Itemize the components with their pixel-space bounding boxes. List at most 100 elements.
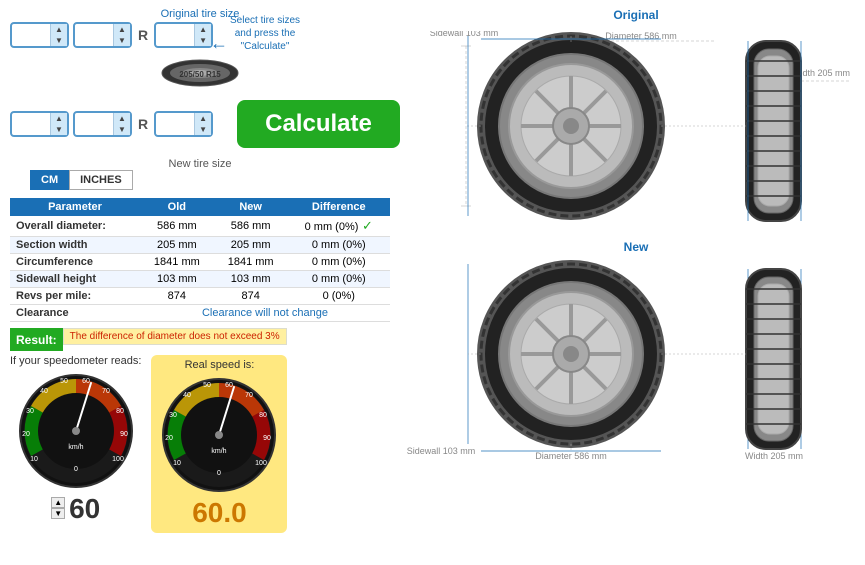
table-row: Circumference1841 mm1841 mm0 mm (0%): [10, 254, 390, 271]
svg-text:50: 50: [204, 382, 212, 389]
table-row: Overall diameter:586 mm586 mm0 mm (0%) ✓: [10, 216, 390, 237]
speedo-up[interactable]: ▲: [51, 497, 65, 508]
svg-text:50: 50: [60, 378, 68, 385]
diff-cell: 0 mm (0%): [288, 271, 390, 288]
col-new: New: [214, 198, 288, 216]
svg-text:40: 40: [184, 392, 192, 399]
new-tire-row: 205 ▲ ▼ 50 ▲ ▼ R 15 ▲ ▼ Calculate: [10, 92, 390, 156]
diff-cell: 0 mm (0%): [288, 254, 390, 271]
result-message: The difference of diameter does not exce…: [63, 328, 287, 345]
original-width-input[interactable]: 205: [12, 26, 50, 44]
svg-text:70: 70: [246, 392, 254, 399]
new-aspect-input[interactable]: 50: [75, 115, 113, 133]
param-cell: Revs per mile:: [10, 288, 140, 305]
original-rim-up[interactable]: ▲: [195, 24, 211, 35]
param-cell: Circumference: [10, 254, 140, 271]
diff-cell: 0 mm (0%): [288, 237, 390, 254]
new-cell: 1841 mm: [214, 254, 288, 271]
new-cell: 205 mm: [214, 237, 288, 254]
left-panel: Original tire size 205 ▲ ▼ 50 ▲ ▼ R: [0, 0, 400, 565]
original-rim-spinner[interactable]: 15 ▲ ▼: [154, 22, 213, 48]
param-cell: Sidewall height: [10, 271, 140, 288]
svg-text:20: 20: [166, 435, 174, 442]
original-tire-label: Original tire size: [10, 8, 390, 20]
old-cell: 205 mm: [140, 237, 214, 254]
speedo-output-value: 60.0: [192, 497, 247, 529]
svg-text:80: 80: [116, 408, 124, 415]
result-section: Result: The difference of diameter does …: [10, 328, 390, 351]
original-aspect-spinner[interactable]: 50 ▲ ▼: [73, 22, 132, 48]
speedo-input-value: 60: [69, 493, 100, 525]
svg-text:0: 0: [218, 470, 222, 477]
svg-text:100: 100: [112, 456, 124, 463]
clearance-param: Clearance: [10, 305, 140, 322]
calculate-button[interactable]: Calculate: [237, 100, 400, 148]
original-width-up[interactable]: ▲: [51, 24, 67, 35]
svg-text:205/50 R15: 205/50 R15: [179, 70, 221, 79]
old-cell: 586 mm: [140, 216, 214, 237]
new-rim-input[interactable]: 15: [156, 115, 194, 133]
original-tire-svg: Sidewall 103 mm Diameter 586 mm Width 20…: [406, 31, 865, 231]
svg-text:20: 20: [22, 431, 30, 438]
old-cell: 874: [140, 288, 214, 305]
original-width-down[interactable]: ▼: [51, 35, 67, 46]
original-diagram-title: Original: [613, 8, 658, 22]
new-width-up[interactable]: ▲: [51, 113, 67, 124]
left-speedo-block: If your speedometer reads: 0 10 2: [10, 355, 141, 525]
diff-cell: 0 mm (0%) ✓: [288, 216, 390, 237]
clearance-value: Clearance will not change: [140, 305, 390, 322]
new-aspect-down[interactable]: ▼: [114, 124, 130, 135]
params-table: Parameter Old New Difference Overall dia…: [10, 198, 390, 322]
result-label: Result:: [16, 333, 57, 347]
original-rim-input[interactable]: 15: [156, 26, 194, 44]
new-cell: 874: [214, 288, 288, 305]
new-rim-down[interactable]: ▼: [195, 124, 211, 135]
cm-button[interactable]: CM: [30, 170, 69, 190]
param-cell: Overall diameter:: [10, 216, 140, 237]
right-speedometer: 0 10 20 30 40 50 60 70 80 90 100 km/h: [159, 375, 279, 495]
svg-text:80: 80: [260, 412, 268, 419]
original-aspect-down[interactable]: ▼: [114, 35, 130, 46]
original-tire-row: 205 ▲ ▼ 50 ▲ ▼ R 15 ▲ ▼: [10, 22, 213, 48]
svg-text:90: 90: [120, 431, 128, 438]
new-aspect-up[interactable]: ▲: [114, 113, 130, 124]
speedo-stepper[interactable]: ▲ ▼: [51, 497, 65, 519]
svg-text:Diameter 586 mm: Diameter 586 mm: [535, 451, 607, 459]
left-speedometer: 0 10 20 30 40 50 60 70 80 90 100 km/h: [16, 371, 136, 491]
new-diagram: Sidewall 103 mm Diameter 586 mm Width 20…: [406, 254, 865, 464]
new-cell: 103 mm: [214, 271, 288, 288]
svg-text:km/h: km/h: [212, 448, 227, 455]
col-old: Old: [140, 198, 214, 216]
new-rim-spinner[interactable]: 15 ▲ ▼: [154, 111, 213, 137]
table-row: Sidewall height103 mm103 mm0 mm (0%): [10, 271, 390, 288]
diff-cell: 0 (0%): [288, 288, 390, 305]
table-row: Section width205 mm205 mm0 mm (0%): [10, 237, 390, 254]
clearance-row: Clearance Clearance will not change: [10, 305, 390, 322]
new-tire-svg: Sidewall 103 mm Diameter 586 mm Width 20…: [406, 259, 865, 459]
speedo-down[interactable]: ▼: [51, 508, 65, 519]
r-label-original: R: [138, 27, 148, 43]
new-width-input[interactable]: 205: [12, 115, 50, 133]
svg-text:60: 60: [226, 382, 234, 389]
speedo-input-row: ▲ ▼ 60: [51, 491, 100, 525]
svg-text:10: 10: [30, 456, 38, 463]
old-cell: 1841 mm: [140, 254, 214, 271]
svg-text:Sidewall 103 mm: Sidewall 103 mm: [430, 31, 499, 38]
tire-icon-row: 205/50 R15: [10, 58, 390, 88]
right-speedo-block: Real speed is: 0 10 20 30 40 50 60: [151, 355, 287, 533]
original-rim-down[interactable]: ▼: [195, 35, 211, 46]
inches-button[interactable]: INCHES: [69, 170, 133, 190]
result-bar: Result:: [10, 328, 63, 351]
new-rim-up[interactable]: ▲: [195, 113, 211, 124]
original-aspect-up[interactable]: ▲: [114, 24, 130, 35]
original-diagram: Sidewall 103 mm Diameter 586 mm Width 20…: [406, 26, 865, 236]
original-width-spinner[interactable]: 205 ▲ ▼: [10, 22, 69, 48]
new-width-spinner[interactable]: 205 ▲ ▼: [10, 111, 69, 137]
original-aspect-input[interactable]: 50: [75, 26, 113, 44]
svg-text:70: 70: [102, 388, 110, 395]
old-cell: 103 mm: [140, 271, 214, 288]
col-difference: Difference: [288, 198, 390, 216]
new-aspect-spinner[interactable]: 50 ▲ ▼: [73, 111, 132, 137]
new-width-down[interactable]: ▼: [51, 124, 67, 135]
speedo-reads-label: If your speedometer reads:: [10, 355, 141, 367]
